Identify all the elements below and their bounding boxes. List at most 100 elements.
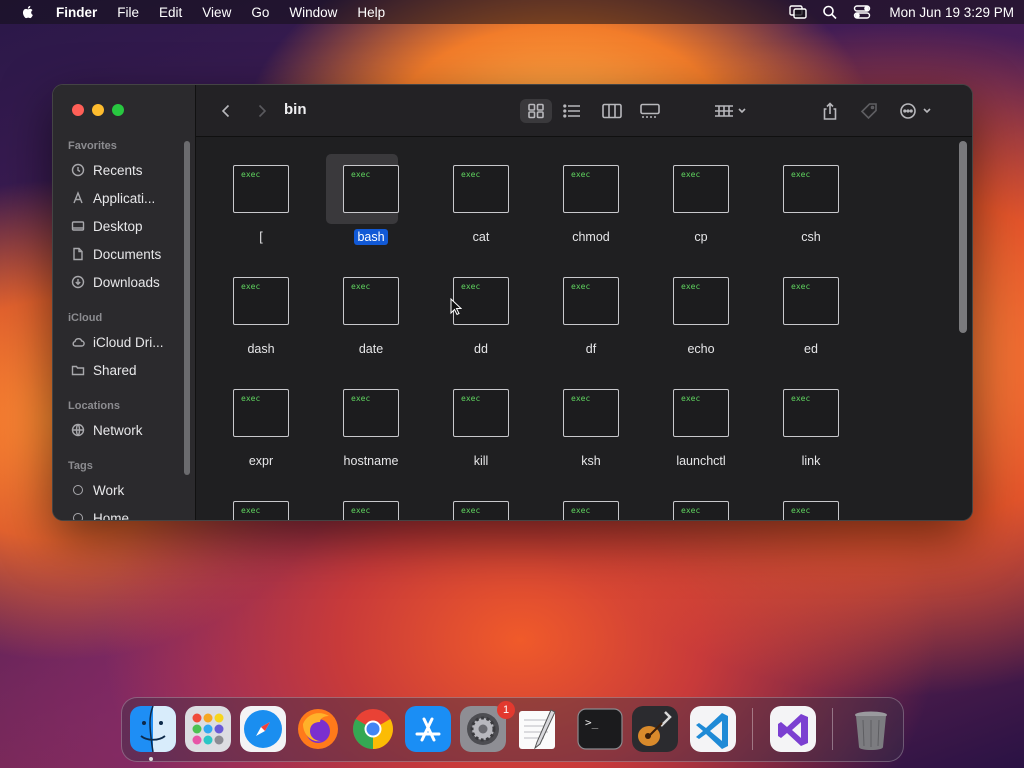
exec-badge: exec: [681, 170, 701, 179]
file-name: cp: [694, 230, 708, 244]
menu-view[interactable]: View: [202, 5, 231, 20]
dock-chrome[interactable]: [350, 706, 396, 752]
file-item[interactable]: exec bash: [306, 154, 416, 256]
file-item[interactable]: exec: [526, 492, 636, 520]
exec-badge: exec: [351, 170, 371, 179]
exec-badge: exec: [241, 394, 261, 403]
dock-visual-studio[interactable]: [770, 706, 816, 752]
spotlight-search-icon[interactable]: [821, 4, 839, 20]
file-item[interactable]: exec expr: [196, 380, 306, 480]
screen-mirroring-icon[interactable]: [789, 4, 808, 20]
file-item[interactable]: exec df: [526, 268, 636, 368]
dock-launchpad[interactable]: [185, 706, 231, 752]
exec-badge: exec: [241, 282, 261, 291]
file-item[interactable]: exec ksh: [526, 380, 636, 480]
dock-textedit[interactable]: [515, 706, 561, 752]
dock-separator: [752, 708, 753, 750]
dock-vscode[interactable]: [690, 706, 736, 752]
menu-help[interactable]: Help: [357, 5, 385, 20]
file-name: expr: [248, 454, 274, 468]
dock-safari[interactable]: [240, 706, 286, 752]
forward-button[interactable]: [250, 99, 274, 123]
menu-go[interactable]: Go: [251, 5, 269, 20]
file-item[interactable]: exec [: [196, 156, 306, 256]
executable-file-icon: exec: [343, 389, 399, 437]
finder-running-indicator: [149, 757, 153, 761]
chrome-icon: [353, 709, 393, 749]
sidebar-item-applications[interactable]: Applicati...: [71, 186, 189, 210]
dock-trash[interactable]: [848, 706, 894, 752]
sidebar-item-icloud-drive[interactable]: iCloud Dri...: [71, 330, 189, 354]
file-item[interactable]: exec csh: [746, 156, 856, 256]
dock-app-store[interactable]: [405, 706, 451, 752]
list-view-button[interactable]: [558, 99, 586, 123]
file-item[interactable]: exec: [306, 492, 416, 520]
window-controls: [72, 104, 124, 116]
gallery-view-button[interactable]: [636, 99, 664, 123]
tags-button[interactable]: [856, 99, 882, 123]
sidebar-item-recents[interactable]: Recents: [71, 158, 189, 182]
sidebar-section-tags: Tags: [68, 460, 93, 472]
apple-menu-icon[interactable]: [20, 4, 36, 20]
file-item[interactable]: exec launchctl: [636, 380, 746, 480]
executable-file-icon: exec: [563, 277, 619, 325]
control-center-icon[interactable]: [853, 4, 871, 20]
file-name: ksh: [581, 454, 601, 468]
column-view-button[interactable]: [598, 99, 626, 123]
file-item[interactable]: exec link: [746, 380, 856, 480]
back-button[interactable]: [214, 99, 238, 123]
sidebar-item-tag-home[interactable]: Home: [71, 506, 189, 520]
file-item[interactable]: exec: [196, 492, 306, 520]
zoom-button[interactable]: [112, 104, 124, 116]
action-menu-button[interactable]: [896, 99, 938, 123]
menu-edit[interactable]: Edit: [159, 5, 182, 20]
tag-dot-icon: [73, 485, 83, 495]
dock-firefox[interactable]: [295, 706, 341, 752]
dock-garageband[interactable]: [632, 706, 678, 752]
file-item[interactable]: exec cat: [416, 156, 526, 256]
sidebar-item-downloads[interactable]: Downloads: [71, 270, 189, 294]
executable-file-icon: exec: [673, 501, 729, 520]
sidebar-item-shared[interactable]: Shared: [71, 358, 189, 382]
file-item[interactable]: exec date: [306, 268, 416, 368]
executable-file-icon: exec: [783, 501, 839, 520]
sidebar-scrollbar[interactable]: [184, 141, 190, 475]
file-name: df: [585, 342, 597, 356]
dock-finder[interactable]: [130, 706, 176, 752]
file-item[interactable]: exec: [746, 492, 856, 520]
file-name: dash: [247, 342, 275, 356]
menu-app-finder[interactable]: Finder: [56, 5, 97, 20]
sidebar-item-desktop[interactable]: Desktop: [71, 214, 189, 238]
finder-window: Favorites Recents Applicati... Desktop D…: [52, 84, 973, 521]
sidebar-item-tag-work[interactable]: Work: [71, 478, 189, 502]
sidebar-item-network[interactable]: Network: [71, 418, 189, 442]
group-by-button[interactable]: [710, 99, 750, 123]
file-item[interactable]: exec chmod: [526, 156, 636, 256]
exec-badge: exec: [791, 170, 811, 179]
file-item[interactable]: exec dash: [196, 268, 306, 368]
executable-file-icon: exec: [233, 165, 289, 213]
exec-badge: exec: [461, 170, 481, 179]
close-button[interactable]: [72, 104, 84, 116]
file-item[interactable]: exec: [636, 492, 746, 520]
chevron-left-icon: [221, 104, 230, 118]
executable-file-icon: exec: [673, 389, 729, 437]
content-scrollbar[interactable]: [959, 141, 967, 333]
column-view-icon: [602, 103, 622, 119]
sidebar-item-documents[interactable]: Documents: [71, 242, 189, 266]
dock-terminal[interactable]: >_: [577, 706, 623, 752]
menu-file[interactable]: File: [117, 5, 139, 20]
file-item[interactable]: exec ed: [746, 268, 856, 368]
menu-window[interactable]: Window: [289, 5, 337, 20]
file-item[interactable]: exec echo: [636, 268, 746, 368]
icon-view-button[interactable]: [520, 99, 552, 123]
file-item[interactable]: exec cp: [636, 156, 746, 256]
file-item[interactable]: exec kill: [416, 380, 526, 480]
file-item[interactable]: exec hostname: [306, 380, 416, 480]
minimize-button[interactable]: [92, 104, 104, 116]
file-item[interactable]: exec: [416, 492, 526, 520]
file-item[interactable]: exec dd: [416, 268, 526, 368]
menu-bar-clock[interactable]: Mon Jun 19 3:29 PM: [889, 5, 1014, 20]
sidebar-item-label: Documents: [93, 246, 162, 262]
share-button[interactable]: [818, 99, 842, 123]
